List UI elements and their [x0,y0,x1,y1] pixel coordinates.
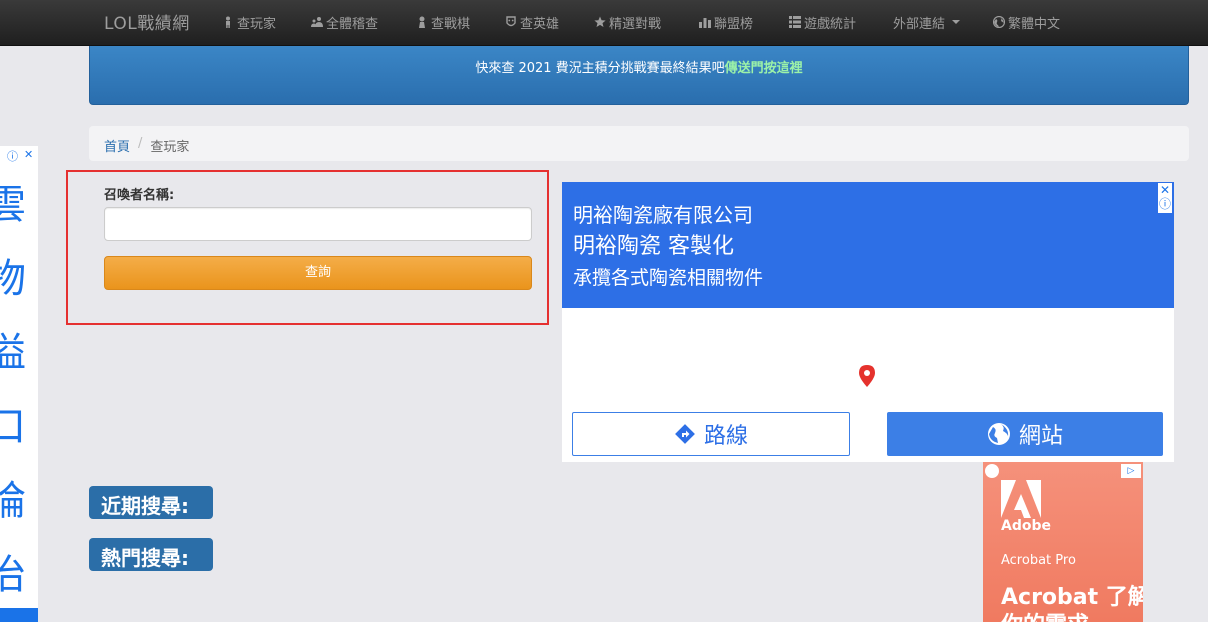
globe-icon [993,16,1005,28]
adchoices-icon[interactable] [985,464,999,478]
nav-item-external-links[interactable]: 外部連結 [893,12,961,32]
nav-item-leaderboard[interactable]: 聯盟榜 [699,12,753,32]
mask-icon [506,16,516,27]
nav-item-chess[interactable]: 查戰棋 [416,12,470,32]
map-ad-subtitle: 明裕陶瓷 客製化 [573,234,734,259]
nav-item-all-audit[interactable]: 全體稽查 [311,12,378,32]
caret-down-icon [952,20,961,24]
bar-chart-icon [699,18,711,28]
side-ad-footer [0,608,38,622]
breadcrumb-current: 查玩家 [150,140,190,155]
route-button[interactable]: 路線 [572,412,850,456]
adobe-brand: Adobe [1001,518,1051,534]
popular-searches-label: 熱門搜尋: [89,538,213,571]
list-icon [789,16,801,28]
side-ad[interactable]: ⓘ ✕ 雲物溢口論治 [0,146,38,622]
summoner-name-input[interactable] [104,207,532,241]
globe-icon [987,423,1010,445]
side-ad-text: 雲物溢口論治 [0,182,26,598]
navbar: LOL戰績網 查玩家 全體稽查 查戰棋 查英雄 精選對戰 聯盟榜 遊戲統計 外部… [0,0,1208,46]
brand-logo[interactable]: LOL戰績網 [104,9,190,34]
nav-item-label: 外部連結 [893,16,946,32]
nav-item-label: 繁體中文 [1008,16,1061,32]
adobe-headline: Acrobat 了解你的需求 [1001,585,1143,622]
pawn-icon [419,16,425,28]
nav-item-label: 精選對戰 [609,16,662,32]
nav-item-language[interactable]: 繁體中文 [993,12,1060,32]
search-button[interactable]: 查詢 [104,256,532,290]
banner-link[interactable]: 傳送門按這裡 [725,61,803,76]
person-icon [226,16,230,28]
ad-close-icon[interactable]: ✕ [24,148,33,164]
announcement-banner: 快來查 2021 費況主積分挑戰賽最終結果吧傳送門按這裡 [89,46,1189,105]
directions-icon [675,424,695,444]
users-icon [311,17,323,27]
ad-controls: ⓘ ✕ [7,148,33,164]
map-ad-header: 明裕陶瓷廠有限公司 明裕陶瓷 客製化 承攬各式陶瓷相關物件 [562,182,1174,308]
map-ad-title: 明裕陶瓷廠有限公司 [573,203,753,227]
breadcrumb: 首頁 / 查玩家 [89,126,1189,161]
map-ad[interactable]: 明裕陶瓷廠有限公司 明裕陶瓷 客製化 承攬各式陶瓷相關物件 ✕ ⓘ 路線 網站 [562,182,1174,462]
breadcrumb-home[interactable]: 首頁 [104,136,130,155]
nav-item-champions[interactable]: 查英雄 [505,12,559,32]
nav-item-players[interactable]: 查玩家 [222,12,276,32]
adobe-logo-icon [1001,480,1041,518]
route-button-label: 路線 [703,424,748,449]
nav-item-featured[interactable]: 精選對戰 [594,12,661,32]
summoner-name-label: 召喚者名稱: [104,188,175,203]
recent-searches-label: 近期搜尋: [89,486,213,519]
website-button-label: 網站 [1018,424,1063,449]
banner-text: 快來查 2021 費況主積分挑戰賽最終結果吧 [475,61,725,76]
nav-item-label: 聯盟榜 [714,16,754,32]
adobe-product: Acrobat Pro [1001,553,1076,568]
nav-item-label: 全體稽查 [326,16,379,32]
ad-info-icon[interactable]: ⓘ [7,148,18,164]
star-icon [594,16,606,27]
nav-item-stats[interactable]: 遊戲統計 [789,12,856,32]
nav-item-label: 遊戲統計 [804,16,857,32]
website-button[interactable]: 網站 [887,412,1163,456]
ad-play-icon[interactable]: ▷ [1121,464,1141,478]
map-pin-icon [859,365,875,387]
nav-item-label: 查英雄 [520,16,560,32]
map-ad-close-icon[interactable]: ✕ ⓘ [1158,183,1172,213]
breadcrumb-separator: / [138,136,143,151]
map-ad-description: 承攬各式陶瓷相關物件 [573,267,764,289]
adobe-ad[interactable]: ▷ Adobe Acrobat Pro Acrobat 了解你的需求 [983,462,1143,622]
nav-item-label: 查玩家 [237,16,277,32]
nav-item-label: 查戰棋 [431,16,471,32]
